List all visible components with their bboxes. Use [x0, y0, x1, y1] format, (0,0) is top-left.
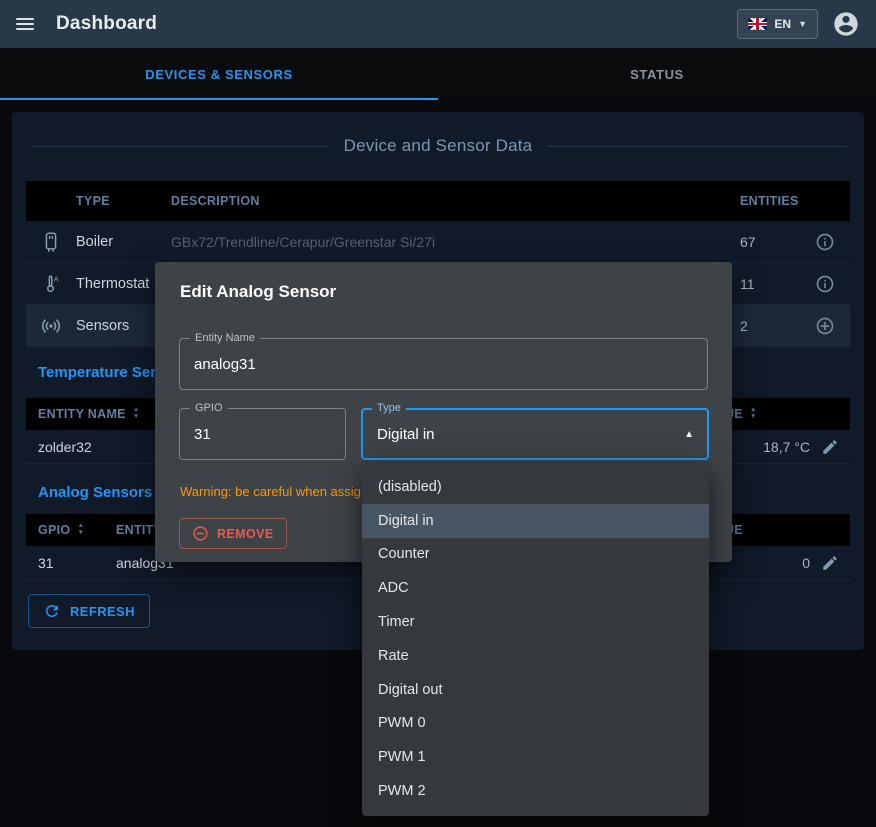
tab-bar: DEVICES & SENSORS STATUS [0, 48, 876, 100]
gpio-field[interactable]: GPIO 31 [179, 408, 346, 460]
info-icon[interactable] [800, 274, 850, 294]
language-selector[interactable]: EN ▼ [737, 9, 818, 39]
sensor-gpio: 31 [26, 555, 116, 571]
menu-item-digital-out[interactable]: Digital out [362, 673, 709, 707]
header-description: DESCRIPTION [171, 194, 740, 208]
thermostat-icon: A [26, 273, 76, 295]
menu-item-rate[interactable]: Rate [362, 639, 709, 673]
divider-line [30, 146, 328, 147]
divider-line [548, 146, 846, 147]
add-icon[interactable] [800, 316, 850, 336]
refresh-button[interactable]: REFRESH [28, 594, 150, 628]
menu-item-timer[interactable]: Timer [362, 605, 709, 639]
tab-devices-sensors-label: DEVICES & SENSORS [145, 67, 292, 82]
sort-icon: ▲▼ [133, 407, 140, 421]
remove-button[interactable]: REMOVE [179, 518, 287, 549]
chevron-up-icon: ▲ [684, 429, 694, 440]
remove-button-label: REMOVE [217, 527, 274, 541]
type-select[interactable]: Type Digital in ▲ [361, 408, 709, 460]
tab-status[interactable]: STATUS [438, 48, 876, 100]
gpio-label: GPIO [190, 402, 228, 415]
device-description: GBx72/Trendline/Cerapur/Greenstar Si/27i [171, 234, 740, 250]
dashboard-screen: Dashboard EN ▼ DEVICES & SENSORS STATUS … [0, 0, 876, 827]
sensors-icon [26, 315, 76, 337]
page-title: Device and Sensor Data [344, 136, 533, 156]
chevron-down-icon: ▼ [798, 19, 807, 29]
devices-table-header: TYPE DESCRIPTION ENTITIES [26, 181, 850, 221]
device-entities-count: 2 [740, 318, 800, 334]
header-entities: ENTITIES [740, 194, 800, 208]
menu-item-pwm-2[interactable]: PWM 2 [362, 774, 709, 808]
sort-icon: ▲▼ [77, 523, 84, 537]
account-icon[interactable] [832, 10, 860, 38]
entity-name-label: Entity Name [190, 332, 260, 345]
device-entities-count: 67 [740, 234, 800, 250]
language-label: EN [774, 17, 791, 31]
menu-item-digital-in[interactable]: Digital in [362, 504, 709, 538]
menu-item-disabled[interactable]: (disabled) [362, 470, 709, 504]
app-title: Dashboard [56, 13, 157, 35]
entity-name-field[interactable]: Entity Name analog31 [179, 338, 708, 390]
tab-devices-sensors[interactable]: DEVICES & SENSORS [0, 48, 438, 100]
uk-flag-icon [748, 18, 767, 30]
boiler-icon [26, 231, 76, 253]
analog-sensors-title: Analog Sensors [38, 484, 152, 501]
table-row-boiler[interactable]: Boiler GBx72/Trendline/Cerapur/Greenstar… [26, 221, 850, 263]
type-label: Type [372, 402, 406, 415]
remove-icon [192, 525, 209, 542]
menu-icon[interactable] [16, 18, 34, 30]
menu-item-counter[interactable]: Counter [362, 538, 709, 572]
type-value: Digital in [377, 426, 435, 443]
device-type: Boiler [76, 234, 171, 250]
tab-status-label: STATUS [630, 67, 684, 82]
dialog-title: Edit Analog Sensor [180, 282, 336, 302]
header-gpio[interactable]: GPIO ▲▼ [26, 523, 116, 537]
refresh-button-label: REFRESH [70, 604, 135, 619]
edit-icon[interactable] [810, 438, 850, 456]
section-heading: Device and Sensor Data [30, 136, 846, 156]
menu-item-adc[interactable]: ADC [362, 571, 709, 605]
type-dropdown-menu: (disabled) Digital in Counter ADC Timer … [362, 462, 709, 816]
refresh-icon [43, 602, 61, 620]
edit-icon[interactable] [810, 554, 850, 572]
device-entities-count: 11 [740, 276, 800, 292]
menu-item-pwm-0[interactable]: PWM 0 [362, 707, 709, 741]
gpio-warning-text: Warning: be careful when assig [180, 484, 361, 499]
gpio-value: 31 [194, 426, 211, 443]
app-bar-actions: EN ▼ [737, 9, 860, 39]
entity-name-value: analog31 [194, 356, 256, 373]
svg-text:A: A [54, 274, 59, 283]
info-icon[interactable] [800, 232, 850, 252]
app-bar: Dashboard EN ▼ [0, 0, 876, 48]
sort-icon: ▲▼ [750, 407, 757, 421]
menu-item-pwm-1[interactable]: PWM 1 [362, 740, 709, 774]
header-type: TYPE [76, 194, 171, 208]
